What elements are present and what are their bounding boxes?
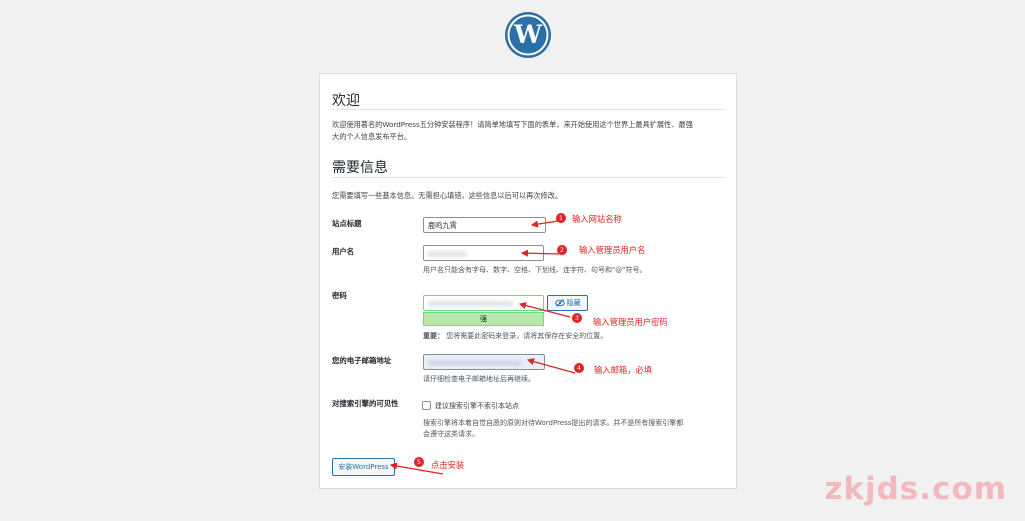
password-input[interactable]: xxxxxxxxxxxxxxxxxxxx	[423, 295, 544, 311]
svg-text:W: W	[513, 20, 543, 49]
site-title-input[interactable]: 鹿鸣九霄	[423, 217, 546, 233]
info-heading: 需要信息	[332, 160, 388, 176]
annotation-number-1: 1	[556, 213, 566, 223]
install-card: 欢迎 欢迎使用著名的WordPress五分钟安装程序！请简单地填写下面的表单，来…	[319, 73, 737, 489]
watermark: zkjds.com	[824, 471, 1007, 507]
hide-password-button[interactable]: 隐藏	[547, 295, 588, 311]
email-hint: 请仔细检查电子邮箱地址后再继续。	[423, 375, 535, 383]
install-wordpress-button[interactable]: 安装WordPress	[332, 458, 395, 476]
noindex-checkbox[interactable]	[422, 401, 431, 410]
annotation-number-2: 2	[557, 245, 567, 255]
noindex-checkbox-label[interactable]: 建议搜索引擎不索引本站点	[435, 401, 519, 411]
annotation-text-5: 点击安装	[431, 460, 465, 470]
welcome-heading: 欢迎	[332, 93, 360, 109]
annotation-text-1: 输入网站名称	[572, 214, 622, 224]
site-title-label: 站点标题	[332, 219, 362, 228]
annotation-number-4: 4	[574, 363, 584, 373]
visibility-description: 搜索引擎将本着自觉自愿的原则对待WordPress提出的请求。并不是所有搜索引擎…	[423, 419, 684, 438]
password-strength-indicator: 强	[423, 312, 544, 326]
password-label: 密码	[332, 291, 347, 300]
annotation-text-2: 输入管理员用户名	[579, 245, 646, 255]
info-text: 您需要填写一些基本信息。无需担心填错，这些信息以后可以再次修改。	[332, 191, 563, 200]
email-label: 您的电子邮箱地址	[332, 356, 392, 365]
divider	[332, 109, 726, 110]
username-hint: 用户名只能含有字母、数字、空格、下划线、连字符、句号和"@"符号。	[423, 266, 647, 274]
eye-slash-icon	[554, 299, 565, 307]
divider	[332, 177, 726, 178]
annotation-number-5: 5	[414, 457, 424, 467]
annotation-text-4: 输入邮箱，必填	[594, 365, 653, 375]
welcome-text: 欢迎使用著名的WordPress五分钟安装程序！请简单地填写下面的表单，来开始使…	[332, 120, 693, 141]
username-input[interactable]: xxxxxxxxx	[423, 245, 544, 261]
visibility-label: 对搜索引擎的可见性	[332, 399, 399, 408]
wordpress-logo-icon: W	[505, 12, 551, 58]
email-input[interactable]: xxxxxxxxxxxxxxxxxxxxxx	[423, 354, 545, 370]
annotation-text-3: 输入管理员用户密码	[593, 317, 668, 327]
annotation-number-3: 3	[572, 313, 582, 323]
username-label: 用户名	[332, 247, 355, 256]
password-important-note: 重要： 您将需要此密码来登录，请将其保存在安全的位置。	[423, 332, 608, 340]
